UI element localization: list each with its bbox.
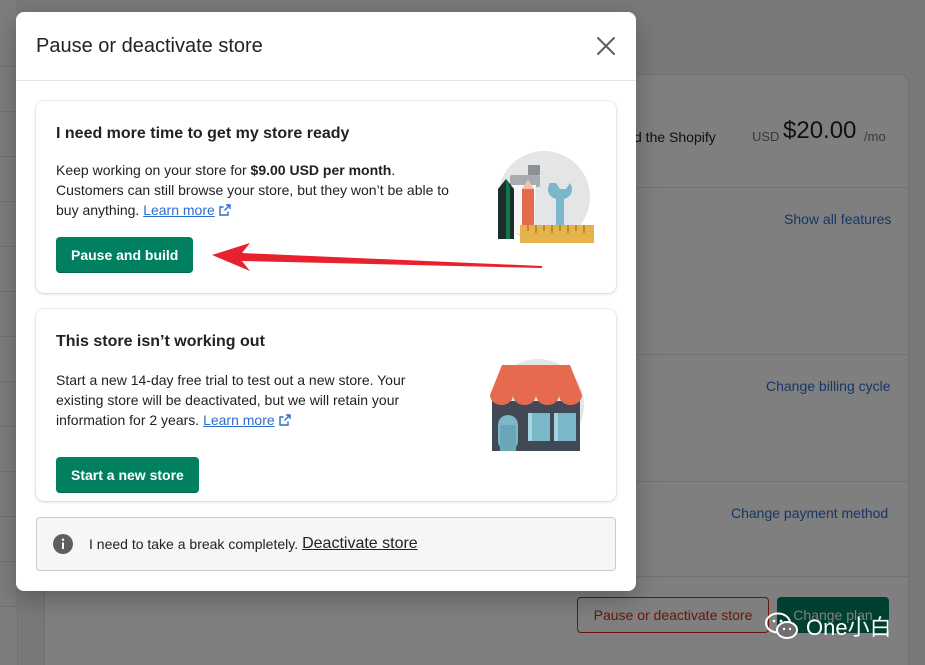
learn-more-label: Learn more [203,412,275,428]
learn-more-label: Learn more [143,202,215,218]
price-highlight: $9.00 USD per month [250,162,392,178]
card-title: I need more time to get my store ready [56,125,350,142]
card-description: Start a new 14-day free trial to test ou… [56,370,416,430]
external-link-icon [219,204,231,216]
info-icon [53,534,73,554]
modal-header: Pause or deactivate store [16,12,636,81]
deactivate-store-link[interactable]: Deactivate store [302,535,418,553]
modal-title: Pause or deactivate store [36,34,263,57]
red-arrow [212,243,542,271]
card-description-text: Keep working on your store for [56,162,251,178]
external-link-icon [278,414,291,426]
pause-and-build-button[interactable]: Pause and build [56,237,194,273]
deactivate-banner: I need to take a break completely. Deact… [36,517,616,571]
watermark: One小白 [764,610,892,642]
pause-deactivate-modal: Pause or deactivate store I need more ti… [16,12,636,591]
learn-more-link[interactable]: Learn more [203,412,275,428]
watermark-text: One小白 [806,615,892,640]
storefront-illustration [490,359,584,451]
tools-illustration [498,151,594,243]
start-new-store-button[interactable]: Start a new store [56,457,199,493]
card-description: Keep working on your store for $9.00 USD… [56,160,466,220]
close-button[interactable] [594,34,618,58]
learn-more-link[interactable]: Learn more [143,202,215,218]
wechat-icon [765,612,798,639]
card-title: This store isn’t working out [56,333,265,350]
close-icon [597,37,615,55]
start-new-store-card: This store isn’t working out Start a new… [36,309,616,501]
banner-text: I need to take a break completely. [89,536,299,552]
